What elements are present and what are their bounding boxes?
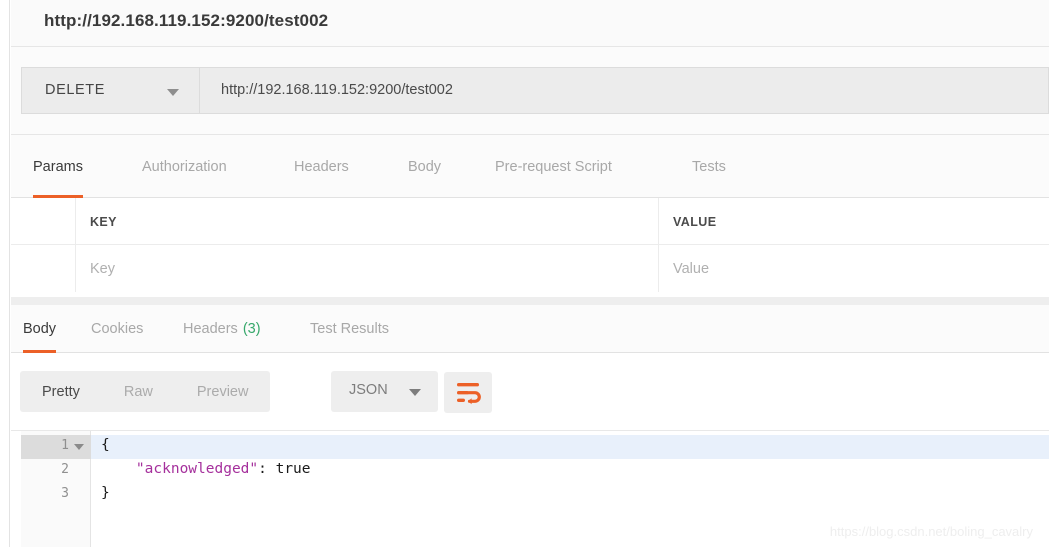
response-tab-cookies[interactable]: Cookies: [91, 305, 143, 353]
code-text-2: "acknowledged": true: [101, 461, 311, 477]
fold-triangle-icon[interactable]: [74, 444, 84, 450]
http-method-label: DELETE: [45, 82, 106, 98]
watermark: https://blog.csdn.net/boling_cavalry: [829, 524, 1033, 539]
response-format-toolbar: Pretty Raw Preview JSON: [11, 353, 1049, 430]
section-divider: [11, 297, 1049, 305]
word-wrap-toggle-button[interactable]: [444, 372, 492, 413]
response-tab-cookies-label: Cookies: [91, 321, 144, 337]
request-title-bar: http://192.168.119.152:9200/test002: [11, 0, 1049, 47]
tab-tests[interactable]: Tests: [692, 135, 726, 198]
response-tab-test-results-label: Test Results: [310, 321, 389, 337]
url-input[interactable]: http://192.168.119.152:9200/test002: [199, 67, 1049, 114]
url-bar: DELETE http://192.168.119.152:9200/test0…: [11, 47, 1049, 135]
param-key-input[interactable]: Key: [76, 245, 659, 292]
window-left-edge: [0, 0, 10, 547]
params-header-key-cell: KEY: [76, 198, 659, 245]
response-tab-headers-label: Headers: [183, 321, 238, 337]
param-key-placeholder: Key: [90, 260, 115, 277]
url-input-value: http://192.168.119.152:9200/test002: [221, 82, 453, 98]
code-line-3: 3 }: [21, 483, 1049, 507]
http-method-select[interactable]: DELETE: [21, 67, 199, 114]
line-number-2: 2: [61, 462, 69, 477]
tab-headers[interactable]: Headers: [294, 135, 349, 198]
response-language-label: JSON: [349, 382, 388, 398]
postman-app: http://192.168.119.152:9200/test002 DELE…: [0, 0, 1049, 547]
view-mode-preview[interactable]: Preview: [175, 371, 271, 412]
params-header-checkbox-cell: [11, 198, 76, 245]
line-number-3: 3: [61, 486, 69, 501]
code-line-2: 2 "acknowledged": true: [21, 459, 1049, 483]
tab-pre-request-script[interactable]: Pre-request Script: [495, 135, 612, 198]
response-tab-headers[interactable]: Headers (3): [183, 305, 261, 353]
view-mode-pretty-label: Pretty: [42, 383, 80, 400]
code-text-3: }: [101, 485, 110, 501]
response-tab-test-results[interactable]: Test Results: [310, 305, 389, 353]
table-row: Key Value: [11, 245, 1049, 292]
tab-params-label: Params: [33, 158, 83, 175]
request-tabs: Params Authorization Headers Body Pre-re…: [11, 135, 1049, 198]
tab-authorization[interactable]: Authorization: [142, 135, 227, 198]
word-wrap-icon: [457, 383, 481, 405]
json-value: : true: [258, 461, 311, 477]
view-mode-pretty[interactable]: Pretty: [20, 371, 102, 412]
page-title: http://192.168.119.152:9200/test002: [44, 11, 329, 30]
params-table-header-row: KEY VALUE: [11, 198, 1049, 245]
tab-authorization-label: Authorization: [142, 158, 227, 175]
view-mode-raw[interactable]: Raw: [102, 371, 175, 412]
json-key: "acknowledged": [135, 461, 259, 477]
response-language-select[interactable]: JSON: [331, 371, 438, 412]
params-header-value-cell: VALUE: [659, 198, 1049, 245]
code-line-1: 1 {: [21, 435, 1049, 459]
code-text-1: {: [101, 437, 110, 453]
tab-pre-request-script-label: Pre-request Script: [495, 158, 612, 175]
params-table: KEY VALUE Key Value: [11, 198, 1049, 297]
param-value-placeholder: Value: [673, 260, 710, 277]
line-number-1: 1: [61, 438, 69, 453]
param-value-input[interactable]: Value: [659, 245, 1049, 292]
response-view-mode-group: Pretty Raw Preview: [20, 371, 271, 412]
chevron-down-icon: [167, 89, 179, 96]
tab-params[interactable]: Params: [33, 135, 83, 198]
response-headers-count-badge: (3): [242, 321, 261, 337]
view-mode-preview-label: Preview: [196, 383, 249, 400]
param-row-checkbox-cell[interactable]: [11, 245, 76, 292]
params-header-value-label: VALUE: [673, 214, 717, 229]
line-number-box-3: 3: [21, 483, 91, 507]
line-number-box-1: 1: [21, 435, 91, 459]
line-number-box-2: 2: [21, 459, 91, 483]
response-tab-body-label: Body: [23, 321, 57, 337]
tab-body-label: Body: [408, 158, 442, 175]
params-header-key-label: KEY: [90, 214, 117, 229]
tab-body[interactable]: Body: [408, 135, 441, 198]
response-tab-body[interactable]: Body: [23, 305, 57, 353]
tab-tests-label: Tests: [692, 158, 726, 175]
chevron-down-icon: [409, 389, 421, 396]
view-mode-raw-label: Raw: [123, 383, 153, 400]
tab-headers-label: Headers: [294, 158, 349, 175]
response-tabs: Body Cookies Headers (3) Test Results: [11, 305, 1049, 353]
